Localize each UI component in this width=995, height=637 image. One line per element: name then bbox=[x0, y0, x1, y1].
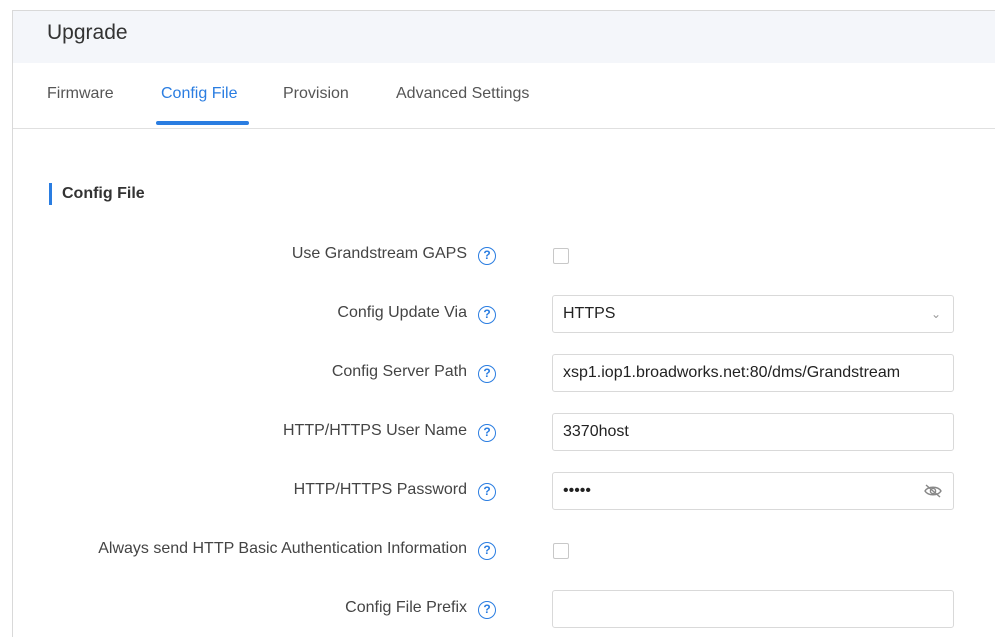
question-circle-icon[interactable]: ? bbox=[478, 365, 496, 383]
page-title: Upgrade bbox=[47, 21, 128, 44]
file-prefix-label: Config File Prefix bbox=[345, 599, 467, 616]
basic-auth-label: Always send HTTP Basic Authentication In… bbox=[98, 540, 467, 557]
server-path-label: Config Server Path bbox=[331, 363, 467, 380]
section-title: Config File bbox=[62, 185, 145, 202]
basic-auth-checkbox[interactable] bbox=[553, 543, 569, 559]
server-path-input[interactable]: xsp1.iop1.broadworks.net:80/dms/Grandstr… bbox=[552, 354, 954, 392]
section-accent-bar bbox=[49, 183, 52, 205]
upgrade-page: Upgrade Firmware Config File Provision A… bbox=[12, 10, 995, 637]
password-input[interactable]: ••••• bbox=[552, 472, 954, 510]
update-via-select[interactable]: HTTPS ⌄ bbox=[552, 295, 954, 333]
user-name-label: HTTP/HTTPS User Name bbox=[282, 422, 467, 439]
eye-slash-icon[interactable] bbox=[923, 482, 943, 500]
tab-config-file[interactable]: Config File bbox=[161, 85, 237, 103]
use-gaps-checkbox[interactable] bbox=[553, 248, 569, 264]
use-gaps-label: Use Grandstream GAPS bbox=[291, 245, 467, 262]
tab-firmware[interactable]: Firmware bbox=[47, 85, 114, 103]
password-value: ••••• bbox=[563, 482, 592, 499]
question-circle-icon[interactable]: ? bbox=[478, 247, 496, 265]
page-header: Upgrade bbox=[13, 11, 995, 63]
question-circle-icon[interactable]: ? bbox=[478, 601, 496, 619]
password-label: HTTP/HTTPS Password bbox=[293, 481, 467, 498]
question-circle-icon[interactable]: ? bbox=[478, 306, 496, 324]
user-name-input[interactable]: 3370host bbox=[552, 413, 954, 451]
tab-advanced-settings[interactable]: Advanced Settings bbox=[396, 85, 529, 103]
chevron-down-icon: ⌄ bbox=[930, 307, 941, 321]
update-via-label: Config Update Via bbox=[337, 304, 467, 321]
question-circle-icon[interactable]: ? bbox=[478, 542, 496, 560]
question-circle-icon[interactable]: ? bbox=[478, 424, 496, 442]
active-tab-indicator bbox=[156, 121, 249, 125]
update-via-value: HTTPS bbox=[563, 305, 616, 322]
tab-bar: Firmware Config File Provision Advanced … bbox=[13, 63, 995, 129]
tab-provision[interactable]: Provision bbox=[283, 85, 349, 103]
file-prefix-input[interactable] bbox=[552, 590, 954, 628]
question-circle-icon[interactable]: ? bbox=[478, 483, 496, 501]
